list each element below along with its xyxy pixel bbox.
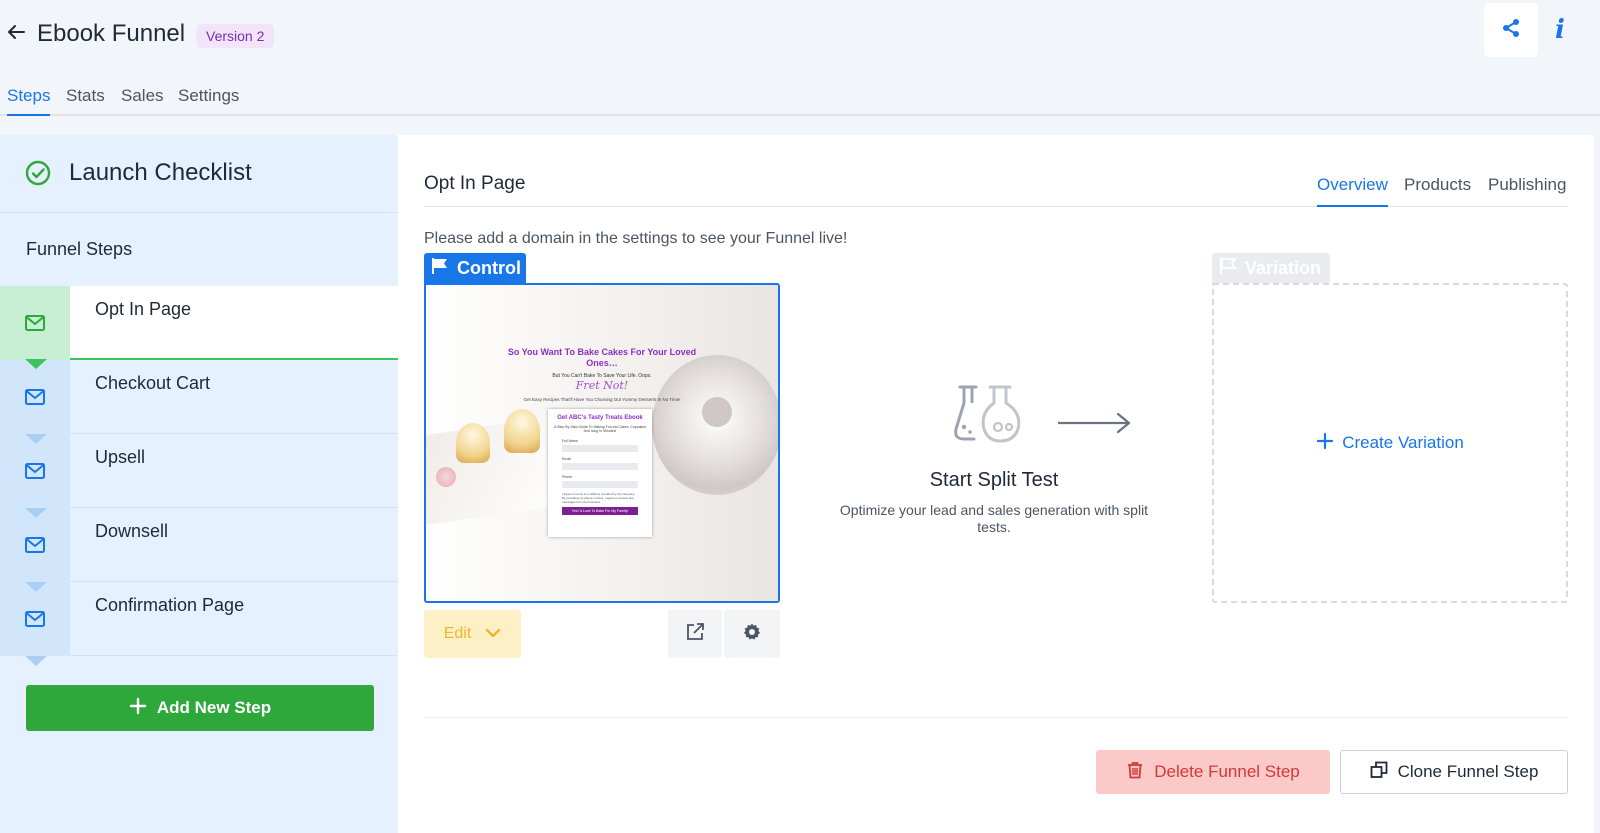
flag-icon	[431, 257, 449, 280]
step-connector-icon	[25, 656, 47, 666]
step-icon-column	[0, 360, 70, 434]
thumbnail-form-subtitle: A Step By Step Guide To Making Fun-est C…	[554, 425, 646, 433]
step-icon-column	[0, 286, 70, 360]
funnel-step-opt-in-page[interactable]: Opt In Page	[0, 286, 398, 369]
plus-icon	[1316, 432, 1334, 455]
launch-checklist-title: Launch Checklist	[69, 159, 252, 186]
section-divider	[424, 717, 1568, 718]
split-test-description: Optimize your lead and sales generation …	[839, 502, 1149, 535]
control-tag: Control	[424, 253, 526, 283]
tab-products[interactable]: Products	[1404, 175, 1471, 207]
step-label: Confirmation Page	[95, 595, 245, 615]
gear-icon	[742, 622, 762, 647]
rose-image	[436, 467, 456, 487]
back-arrow-icon[interactable]	[6, 22, 26, 42]
top-tabs: Steps Stats Sales Settings	[0, 80, 1600, 116]
step-label: Upsell	[95, 447, 146, 467]
info-icon[interactable]: i	[1548, 10, 1572, 50]
add-new-step-label: Add New Step	[156, 698, 272, 717]
step-title: Opt In Page	[424, 173, 526, 194]
clone-funnel-step-label: Clone Funnel Step	[1397, 762, 1539, 781]
add-new-step-button[interactable]: Add New Step	[26, 685, 374, 731]
chevron-down-icon	[485, 625, 501, 643]
thumbnail-headline: So You Want To Bake Cakes For Your Loved…	[507, 347, 697, 368]
thumbnail-field-label: Email	[562, 457, 571, 461]
step-connector-icon	[25, 508, 47, 518]
version-badge: Version 2	[196, 24, 275, 48]
share-icon	[1501, 18, 1521, 43]
flask-icon	[954, 383, 1026, 450]
clone-funnel-step-button[interactable]: Clone Funnel Step	[1340, 750, 1568, 794]
domain-notice: Please add a domain in the settings to s…	[424, 230, 848, 247]
thumbnail-input	[562, 463, 638, 470]
tab-steps[interactable]: Steps	[7, 86, 51, 116]
funnel-step-upsell[interactable]: Upsell	[0, 434, 398, 518]
variation-placeholder: Create Variation	[1212, 283, 1568, 603]
mail-icon	[25, 315, 45, 331]
thumbnail-consent-text: I agree to terms & conditions provided b…	[562, 492, 636, 504]
thumbnail-input	[562, 445, 638, 452]
control-label: Control	[457, 257, 521, 278]
tab-settings[interactable]: Settings	[178, 86, 239, 116]
external-link-icon	[685, 622, 705, 647]
step-connector-icon	[25, 359, 47, 369]
step-settings-button[interactable]	[724, 610, 780, 658]
step-label: Checkout Cart	[95, 373, 211, 393]
thumbnail-tagline: Get Easy Recipes That'll Have You Churni…	[523, 397, 681, 402]
control-page-preview[interactable]: So You Want To Bake Cakes For Your Loved…	[424, 283, 780, 603]
thumbnail-submit-button: Yes I'd Love To Bake For My Family!	[562, 507, 638, 515]
delete-funnel-step-label: Delete Funnel Step	[1154, 762, 1300, 781]
step-icon-column	[0, 434, 70, 508]
funnel-step-confirmation-page[interactable]: Confirmation Page	[0, 582, 398, 666]
step-detail-panel: Overview Products Publishing Opt In Page…	[398, 135, 1594, 833]
check-circle-icon	[25, 160, 51, 186]
edit-dropdown-button[interactable]: Edit	[424, 610, 521, 658]
step-icon-column	[0, 508, 70, 582]
trash-icon	[1126, 761, 1144, 784]
thumbnail-optin-form: Get ABC's Tasty Treats Ebook A Step By S…	[548, 409, 652, 537]
thumbnail-script-text: Fret Not!	[575, 379, 629, 392]
share-button[interactable]	[1484, 3, 1538, 57]
step-tabs: Overview Products Publishing	[424, 167, 1568, 207]
tab-sales[interactable]: Sales	[121, 86, 164, 116]
step-connector-icon	[25, 434, 47, 444]
step-connector-icon	[25, 582, 47, 592]
sidebar: Launch Checklist Funnel Steps Opt In Pag…	[0, 135, 398, 833]
copy-icon	[1370, 761, 1388, 784]
mail-icon	[25, 463, 45, 479]
funnel-step-downsell[interactable]: Downsell	[0, 508, 398, 592]
page-title: Ebook Funnel	[37, 20, 186, 47]
mail-icon	[25, 537, 45, 553]
thumbnail-input	[562, 481, 638, 488]
create-variation-label: Create Variation	[1342, 433, 1464, 452]
split-test-title: Start Split Test	[929, 469, 1059, 491]
tab-stats[interactable]: Stats	[66, 86, 105, 116]
step-label: Opt In Page	[95, 299, 192, 319]
create-variation-button[interactable]: Create Variation	[1214, 285, 1566, 601]
variation-label: Variation	[1245, 257, 1322, 278]
open-preview-button[interactable]	[668, 610, 722, 658]
thumbnail-field-label: Phone	[562, 475, 573, 479]
variation-tag: Variation	[1212, 253, 1330, 283]
thumbnail-form-title: Get ABC's Tasty Treats Ebook	[557, 415, 643, 421]
cupcake-image	[456, 423, 490, 463]
mail-icon	[25, 389, 45, 405]
funnel-steps-heading: Funnel Steps	[26, 239, 133, 259]
plus-icon	[129, 697, 147, 720]
page-thumbnail: So You Want To Bake Cakes For Your Loved…	[426, 285, 778, 601]
delete-funnel-step-button[interactable]: Delete Funnel Step	[1096, 750, 1330, 794]
mail-icon	[25, 611, 45, 627]
step-icon-column	[0, 582, 70, 656]
tab-overview[interactable]: Overview	[1317, 175, 1388, 207]
funnel-step-checkout-cart[interactable]: Checkout Cart	[0, 360, 398, 444]
launch-checklist[interactable]: Launch Checklist	[0, 135, 398, 213]
edit-label: Edit	[443, 625, 472, 642]
step-label: Downsell	[95, 521, 169, 541]
tab-publishing[interactable]: Publishing	[1488, 175, 1566, 207]
cupcake-image	[504, 409, 540, 453]
flag-outline-icon	[1219, 257, 1237, 280]
page-header: Ebook Funnel Version 2 i	[0, 0, 1600, 70]
thumbnail-field-label: Full Name	[562, 439, 578, 443]
arrow-right-icon	[1056, 411, 1132, 440]
